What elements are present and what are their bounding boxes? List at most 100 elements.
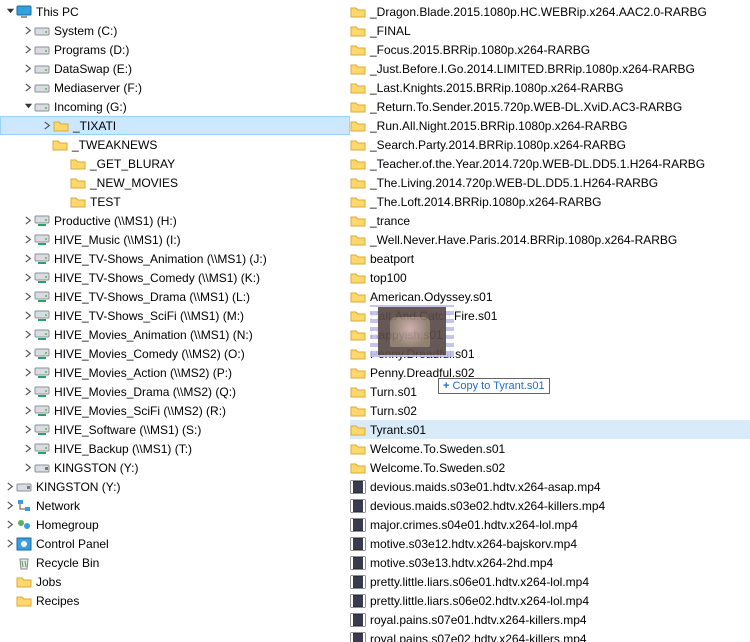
expand-chevron[interactable]: [22, 444, 34, 453]
file-item[interactable]: Turn.s01: [350, 382, 750, 401]
tree-item[interactable]: HIVE_Music (\\MS1) (I:): [0, 230, 350, 249]
tree-item[interactable]: HIVE_Software (\\MS1) (S:): [0, 420, 350, 439]
file-item[interactable]: _The.Loft.2014.BRRip.1080p.x264-RARBG: [350, 192, 750, 211]
file-item[interactable]: Penny.Dreadful.s02: [350, 363, 750, 382]
expand-chevron[interactable]: [4, 539, 16, 548]
video-icon: [350, 517, 366, 533]
tree-item[interactable]: Jobs: [0, 572, 350, 591]
file-item[interactable]: _Just.Before.I.Go.2014.LIMITED.BRRip.108…: [350, 59, 750, 78]
tree-item[interactable]: DataSwap (E:): [0, 59, 350, 78]
file-item[interactable]: royal.pains.s07e02.hdtv.x264-killers.mp4: [350, 629, 750, 642]
tree-item[interactable]: Control Panel: [0, 534, 350, 553]
file-item-label: _Focus.2015.BRRip.1080p.x264-RARBG: [370, 43, 590, 57]
file-item[interactable]: _trance: [350, 211, 750, 230]
file-item[interactable]: royal.pains.s07e01.hdtv.x264-killers.mp4: [350, 610, 750, 629]
file-item[interactable]: American.Odyssey.s01: [350, 287, 750, 306]
tree-item[interactable]: Network: [0, 496, 350, 515]
tree-item[interactable]: HIVE_Movies_Comedy (\\MS2) (O:): [0, 344, 350, 363]
tree-item[interactable]: HIVE_Movies_Action (\\MS2) (P:): [0, 363, 350, 382]
file-item[interactable]: beatport: [350, 249, 750, 268]
tree-item[interactable]: Recycle Bin: [0, 553, 350, 572]
file-item-label: major.crimes.s04e01.hdtv.x264-lol.mp4: [370, 518, 578, 532]
navigation-tree[interactable]: This PCSystem (C:)Programs (D:)DataSwap …: [0, 0, 350, 642]
file-item[interactable]: motive.s03e13.hdtv.x264-2hd.mp4: [350, 553, 750, 572]
tree-item[interactable]: Recipes: [0, 591, 350, 610]
file-item[interactable]: _Well.Never.Have.Paris.2014.BRRip.1080p.…: [350, 230, 750, 249]
file-item[interactable]: top100: [350, 268, 750, 287]
tree-item[interactable]: Programs (D:): [0, 40, 350, 59]
tree-item[interactable]: HIVE_TV-Shows_Comedy (\\MS1) (K:): [0, 268, 350, 287]
expand-chevron[interactable]: [4, 520, 16, 529]
expand-chevron[interactable]: [4, 501, 16, 510]
expand-chevron[interactable]: [22, 463, 34, 472]
tree-item[interactable]: HIVE_TV-Shows_Drama (\\MS1) (L:): [0, 287, 350, 306]
file-item[interactable]: _Last.Knights.2015.BRRip.1080p.x264-RARB…: [350, 78, 750, 97]
netdrive-icon: [34, 308, 50, 324]
tree-item[interactable]: KINGSTON (Y:): [0, 458, 350, 477]
tree-item[interactable]: Incoming (G:): [0, 97, 350, 116]
expand-chevron[interactable]: [22, 368, 34, 377]
tree-item-label: HIVE_TV-Shows_SciFi (\\MS1) (M:): [54, 309, 244, 323]
tree-item[interactable]: HIVE_Backup (\\MS1) (T:): [0, 439, 350, 458]
expand-chevron[interactable]: [41, 121, 53, 130]
file-item[interactable]: _Return.To.Sender.2015.720p.WEB-DL.XviD.…: [350, 97, 750, 116]
expand-chevron[interactable]: [22, 102, 34, 111]
tree-item-label: Recycle Bin: [36, 556, 99, 570]
file-item[interactable]: _Teacher.of.the.Year.2014.720p.WEB-DL.DD…: [350, 154, 750, 173]
expand-chevron[interactable]: [22, 235, 34, 244]
tree-item[interactable]: _TWEAKNEWS: [0, 135, 350, 154]
file-item[interactable]: Welcome.To.Sweden.s01: [350, 439, 750, 458]
tree-item[interactable]: This PC: [0, 2, 350, 21]
tree-item[interactable]: _NEW_MOVIES: [0, 173, 350, 192]
expand-chevron[interactable]: [22, 425, 34, 434]
expand-chevron[interactable]: [22, 311, 34, 320]
tree-item[interactable]: HIVE_TV-Shows_Animation (\\MS1) (J:): [0, 249, 350, 268]
expand-chevron[interactable]: [22, 292, 34, 301]
tree-item[interactable]: Mediaserver (F:): [0, 78, 350, 97]
tree-item[interactable]: _TIXATI: [0, 116, 350, 135]
file-item[interactable]: pretty.little.liars.s06e01.hdtv.x264-lol…: [350, 572, 750, 591]
tree-item[interactable]: HIVE_Movies_Animation (\\MS1) (N:): [0, 325, 350, 344]
file-item[interactable]: devious.maids.s03e01.hdtv.x264-asap.mp4: [350, 477, 750, 496]
tree-item[interactable]: HIVE_Movies_SciFi (\\MS2) (R:): [0, 401, 350, 420]
file-item[interactable]: Welcome.To.Sweden.s02: [350, 458, 750, 477]
file-item[interactable]: devious.maids.s03e02.hdtv.x264-killers.m…: [350, 496, 750, 515]
file-item[interactable]: Turn.s02: [350, 401, 750, 420]
tree-item[interactable]: KINGSTON (Y:): [0, 477, 350, 496]
folder-icon: [350, 422, 366, 438]
expand-chevron[interactable]: [22, 64, 34, 73]
file-item[interactable]: major.crimes.s04e01.hdtv.x264-lol.mp4: [350, 515, 750, 534]
tree-item[interactable]: System (C:): [0, 21, 350, 40]
expand-chevron[interactable]: [4, 482, 16, 491]
network-icon: [16, 498, 32, 514]
file-list[interactable]: + Copy to Tyrant.s01 _Dragon.Blade.2015.…: [350, 0, 750, 642]
expand-chevron[interactable]: [4, 7, 16, 16]
tree-item[interactable]: HIVE_Movies_Drama (\\MS2) (Q:): [0, 382, 350, 401]
file-item[interactable]: motive.s03e12.hdtv.x264-bajskorv.mp4: [350, 534, 750, 553]
expand-chevron[interactable]: [22, 273, 34, 282]
expand-chevron[interactable]: [22, 349, 34, 358]
netdrive-icon: [34, 422, 50, 438]
expand-chevron[interactable]: [22, 26, 34, 35]
tree-item[interactable]: Homegroup: [0, 515, 350, 534]
expand-chevron[interactable]: [22, 45, 34, 54]
expand-chevron[interactable]: [22, 216, 34, 225]
tree-item[interactable]: TEST: [0, 192, 350, 211]
expand-chevron[interactable]: [22, 406, 34, 415]
file-item[interactable]: _Focus.2015.BRRip.1080p.x264-RARBG: [350, 40, 750, 59]
expand-chevron[interactable]: [22, 83, 34, 92]
expand-chevron[interactable]: [22, 387, 34, 396]
file-item[interactable]: _Search.Party.2014.BRRip.1080p.x264-RARB…: [350, 135, 750, 154]
file-item[interactable]: pretty.little.liars.s06e02.hdtv.x264-lol…: [350, 591, 750, 610]
tree-item[interactable]: _GET_BLURAY: [0, 154, 350, 173]
file-item[interactable]: _The.Living.2014.720p.WEB-DL.DD5.1.H264-…: [350, 173, 750, 192]
tree-item[interactable]: Productive (\\MS1) (H:): [0, 211, 350, 230]
expand-chevron[interactable]: [22, 330, 34, 339]
file-item[interactable]: Tyrant.s01: [350, 420, 750, 439]
tree-item[interactable]: HIVE_TV-Shows_SciFi (\\MS1) (M:): [0, 306, 350, 325]
file-item[interactable]: _Run.All.Night.2015.BRRip.1080p.x264-RAR…: [350, 116, 750, 135]
file-item[interactable]: _FINAL: [350, 21, 750, 40]
folder-icon: [350, 289, 366, 305]
expand-chevron[interactable]: [22, 254, 34, 263]
file-item[interactable]: _Dragon.Blade.2015.1080p.HC.WEBRip.x264.…: [350, 2, 750, 21]
